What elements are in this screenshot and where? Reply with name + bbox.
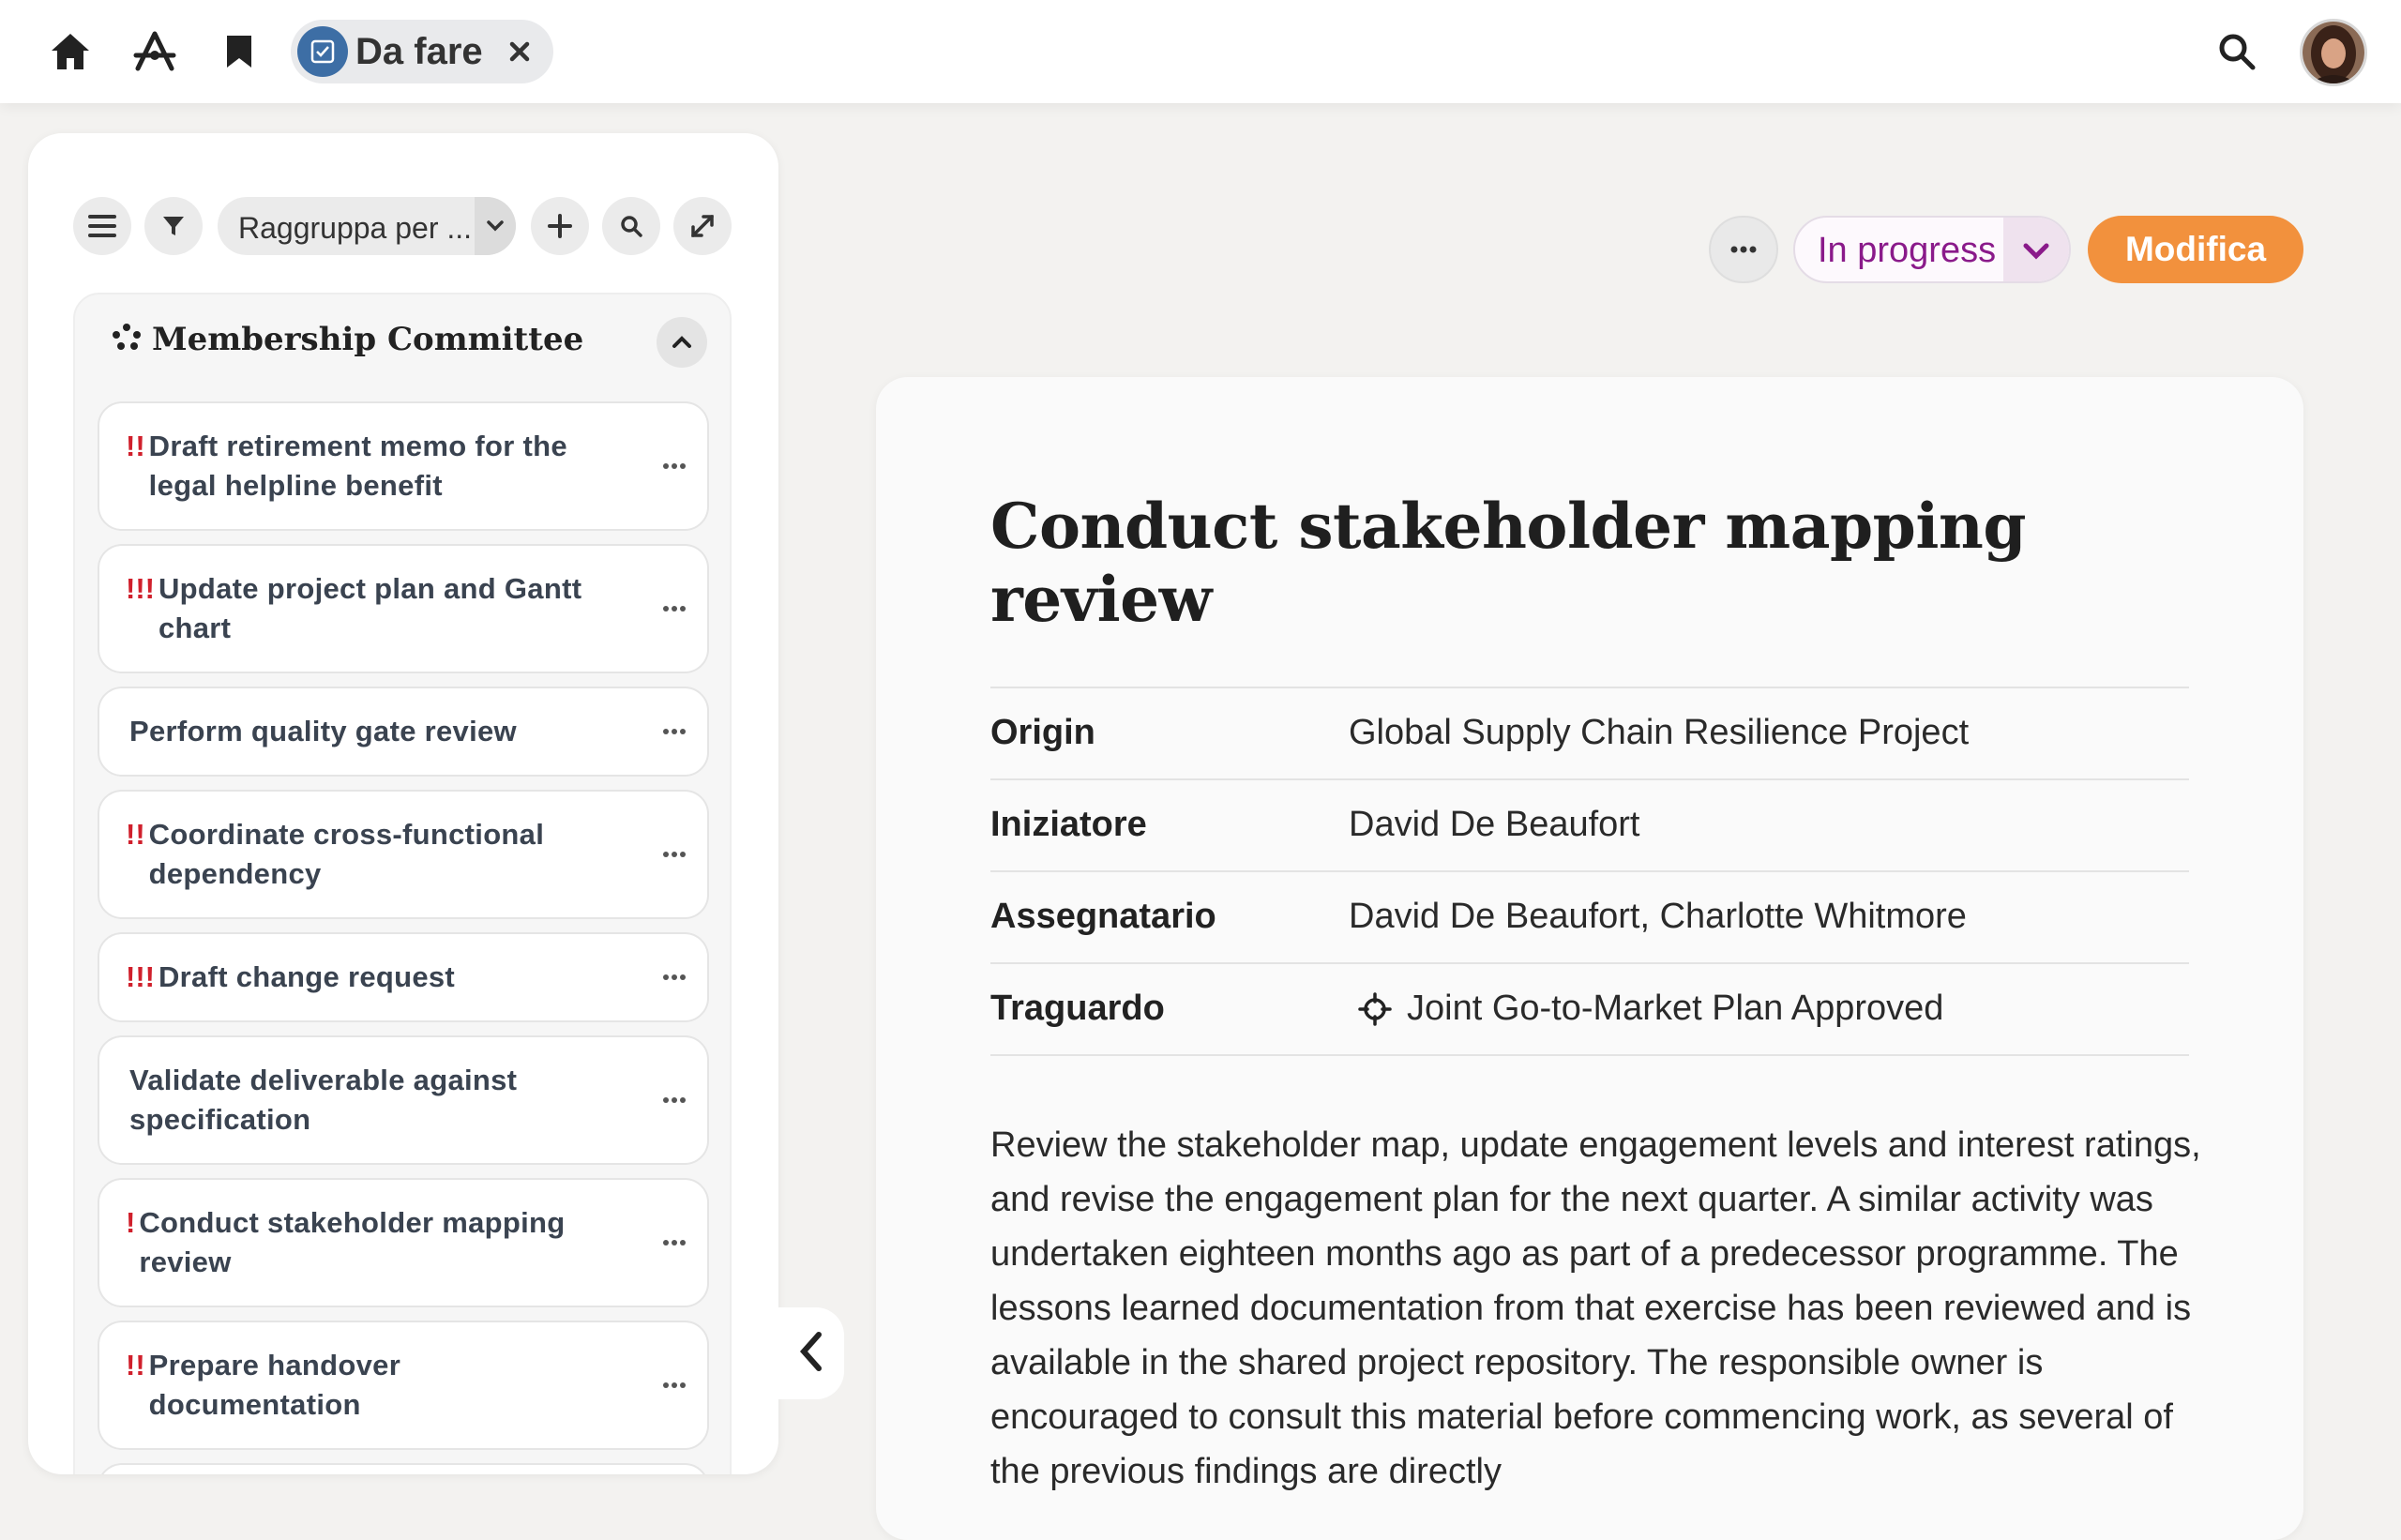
- task-title: Validate deliverable against specificati…: [129, 1064, 518, 1136]
- priority-marker: !!: [126, 430, 145, 462]
- property-key: Assegnatario: [990, 897, 1216, 936]
- task-title: Update project plan and Gantt chart: [158, 572, 582, 644]
- property-key: Iniziatore: [990, 805, 1147, 844]
- task-title: Draft retirement memo for the legal help…: [148, 430, 567, 502]
- group-by-label: Raggruppa per ...: [238, 211, 473, 245]
- task-item[interactable]: Validate deliverable against specificati…: [98, 1035, 709, 1165]
- property-value[interactable]: Global Supply Chain Resilience Project: [1349, 713, 1969, 753]
- search-icon[interactable]: [2213, 28, 2260, 75]
- more-icon[interactable]: [658, 962, 690, 992]
- more-icon[interactable]: [658, 1228, 690, 1258]
- more-actions-button[interactable]: [1709, 216, 1778, 283]
- more-icon[interactable]: [658, 839, 690, 869]
- more-icon: [1730, 241, 1757, 258]
- task-description: Review the stakeholder map, update engag…: [990, 1125, 2201, 1491]
- task-title: Prepare handover documentation: [148, 1349, 401, 1421]
- group-header: Membership Committee: [75, 294, 730, 388]
- task-item[interactable]: [98, 1463, 709, 1474]
- chevron-left-icon: [799, 1331, 823, 1377]
- task-detail-card: Conduct stakeholder mapping review Origi…: [876, 377, 2303, 1540]
- more-icon[interactable]: [658, 1370, 690, 1400]
- property-value[interactable]: David De Beaufort: [1349, 805, 1640, 845]
- task-title: Conduct stakeholder mapping review: [139, 1206, 566, 1278]
- task-item[interactable]: Perform quality gate review: [98, 687, 709, 777]
- checkbox-icon: [297, 26, 348, 77]
- edit-button[interactable]: Modifica: [2088, 216, 2303, 283]
- task-item[interactable]: !! Draft retirement memo for the legal h…: [98, 401, 709, 531]
- task-group: Membership Committee !! Draft retirement…: [73, 293, 732, 1474]
- top-bar: Da fare: [0, 0, 2401, 103]
- property-row: Traguardo Joint Go-to-Market Plan Approv…: [990, 964, 2189, 1056]
- home-icon[interactable]: [47, 28, 94, 75]
- task-item[interactable]: !!! Draft change request: [98, 932, 709, 1022]
- status-select[interactable]: In progress: [1793, 216, 2071, 283]
- menu-icon[interactable]: [73, 197, 131, 255]
- group-icon: [111, 323, 143, 355]
- chevron-up-icon[interactable]: [657, 317, 707, 368]
- task-item[interactable]: !! Coordinate cross-functional dependenc…: [98, 790, 709, 919]
- add-icon[interactable]: [531, 197, 589, 255]
- property-value[interactable]: David De Beaufort, Charlotte Whitmore: [1349, 897, 1967, 937]
- group-by-select[interactable]: Raggruppa per ...: [218, 197, 516, 255]
- property-key: Origin: [990, 713, 1095, 752]
- more-icon[interactable]: [658, 451, 690, 481]
- property-row: Iniziatore David De Beaufort: [990, 780, 2189, 872]
- collapse-sidebar-button[interactable]: [778, 1307, 844, 1399]
- priority-marker: !!!: [126, 572, 155, 605]
- search-icon[interactable]: [602, 197, 660, 255]
- priority-marker: !: [126, 1206, 136, 1239]
- task-list-panel: Raggruppa per ... Membership Committee !…: [28, 133, 778, 1474]
- tab-label: Da fare: [355, 30, 483, 72]
- property-value-milestone[interactable]: Joint Go-to-Market Plan Approved: [1349, 989, 1943, 1029]
- bookmark-icon[interactable]: [216, 28, 263, 75]
- property-row: Origin Global Supply Chain Resilience Pr…: [990, 688, 2189, 780]
- chevron-down-icon[interactable]: [2003, 218, 2069, 281]
- property-key: Traguardo: [990, 989, 1165, 1028]
- filter-icon[interactable]: [144, 197, 203, 255]
- task-title: Coordinate cross-functional dependency: [148, 818, 545, 890]
- priority-marker: !!: [126, 1349, 145, 1381]
- property-row: Assegnatario David De Beaufort, Charlott…: [990, 872, 2189, 964]
- group-title: Membership Committee: [152, 321, 584, 358]
- task-title: Perform quality gate review: [129, 715, 517, 747]
- milestone-label: Joint Go-to-Market Plan Approved: [1407, 989, 1944, 1028]
- tab-da-fare[interactable]: Da fare: [291, 20, 553, 83]
- status-label: In progress: [1818, 231, 1997, 270]
- priority-marker: !!: [126, 818, 145, 851]
- task-item[interactable]: ! Conduct stakeholder mapping review: [98, 1178, 709, 1307]
- close-icon[interactable]: [505, 37, 535, 67]
- more-icon[interactable]: [658, 717, 690, 747]
- task-item[interactable]: !! Prepare handover documentation: [98, 1321, 709, 1450]
- more-icon[interactable]: [658, 594, 690, 624]
- task-item[interactable]: !!! Update project plan and Gantt chart: [98, 544, 709, 673]
- expand-icon[interactable]: [673, 197, 732, 255]
- more-icon[interactable]: [658, 1085, 690, 1115]
- page-title: Conduct stakeholder mapping review: [990, 490, 2027, 636]
- priority-marker: !!!: [126, 960, 155, 993]
- avatar[interactable]: [2300, 19, 2367, 86]
- apps-icon[interactable]: [131, 28, 178, 75]
- properties-table: Origin Global Supply Chain Resilience Pr…: [990, 687, 2189, 1056]
- milestone-icon: [1356, 990, 1394, 1028]
- task-title: Draft change request: [158, 960, 456, 993]
- chevron-down-icon[interactable]: [475, 197, 516, 255]
